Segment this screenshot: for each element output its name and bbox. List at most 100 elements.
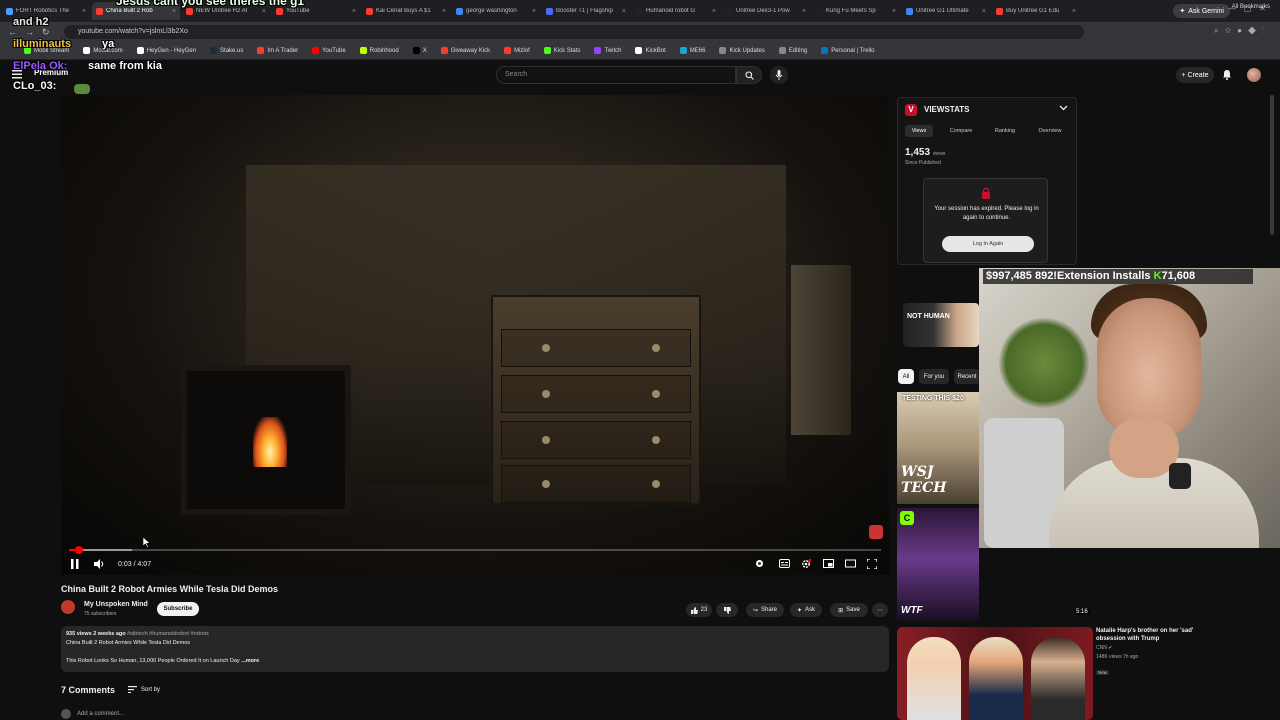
browser-tab[interactable]: george washington × bbox=[452, 2, 540, 20]
channel-avatar[interactable] bbox=[61, 600, 75, 614]
bookmark-item[interactable]: Mobil Stream bbox=[24, 47, 69, 54]
notifications-bell-icon[interactable] bbox=[1222, 69, 1232, 80]
pause-icon[interactable] bbox=[71, 559, 79, 569]
browser-tab[interactable]: FORT Robotics The × bbox=[2, 2, 90, 20]
settings-gear-icon[interactable] bbox=[801, 559, 811, 569]
browser-tab[interactable]: Buy Unitree G1 Edu × bbox=[992, 2, 1080, 20]
hashtags[interactable]: #sibtech #humanoidrobot #robots bbox=[127, 631, 209, 637]
voice-search-button[interactable] bbox=[770, 66, 788, 84]
video-player[interactable]: 0:03 / 4:07 bbox=[61, 95, 889, 575]
browser-tab[interactable]: Kai Cenat Buys A $1 × bbox=[362, 2, 450, 20]
sort-comments-button[interactable]: Sort by bbox=[128, 686, 160, 693]
youtube-premium-logo[interactable]: Premium bbox=[34, 68, 78, 80]
add-comment-field[interactable]: Add a comment... bbox=[61, 709, 124, 719]
close-tab-icon[interactable]: × bbox=[622, 8, 626, 15]
promo-thumbnail[interactable]: NOT HUMAN bbox=[903, 303, 979, 347]
video-thumbnail-news[interactable] bbox=[897, 627, 1093, 720]
tab-title: China Built 2 Rob bbox=[106, 8, 153, 14]
create-button[interactable]: + Create bbox=[1176, 67, 1214, 83]
browser-tab[interactable]: NEW Unitree H2 AI × bbox=[182, 2, 270, 20]
browser-tab[interactable]: Booster T1 | Flagship × bbox=[542, 2, 630, 20]
browser-tab[interactable]: YouTube × bbox=[272, 2, 360, 20]
bookmark-item[interactable]: Editing bbox=[778, 47, 807, 54]
close-tab-icon[interactable]: × bbox=[442, 8, 446, 15]
share-button[interactable]: ↪ Share bbox=[746, 603, 784, 617]
bookmark-item[interactable]: Modal.com bbox=[83, 47, 123, 54]
bookmark-item[interactable]: X bbox=[412, 47, 427, 54]
close-tab-icon[interactable]: × bbox=[262, 8, 266, 15]
ask-gemini-button[interactable]: ✦ Ask Gemini bbox=[1173, 4, 1230, 18]
bookmark-item[interactable]: Kick Stats bbox=[543, 47, 580, 54]
bookmark-item[interactable]: Mizlof bbox=[504, 47, 530, 54]
chip-recent[interactable]: Recent bbox=[954, 369, 980, 384]
browser-tab[interactable]: China Built 2 Rob × bbox=[92, 2, 180, 20]
browser-tab[interactable]: Unitree G1 Ultimate × bbox=[902, 2, 990, 20]
scrubber-handle[interactable] bbox=[74, 546, 83, 554]
close-tab-icon[interactable]: × bbox=[982, 8, 986, 15]
bookmark-item[interactable]: Im A Trader bbox=[257, 47, 298, 54]
autoplay-toggle-icon[interactable] bbox=[755, 559, 764, 568]
log-in-again-button[interactable]: Log In Again bbox=[942, 236, 1034, 252]
close-tab-icon[interactable]: × bbox=[82, 8, 86, 15]
nav-buttons[interactable]: ←→↻ bbox=[8, 27, 58, 38]
close-tab-icon[interactable]: × bbox=[802, 8, 806, 15]
close-tab-icon[interactable]: × bbox=[172, 8, 176, 15]
menu-icon[interactable] bbox=[12, 70, 22, 79]
tab-ranking[interactable]: Ranking bbox=[989, 125, 1021, 137]
thumbnail-brand: WTF bbox=[901, 605, 923, 616]
search-button[interactable] bbox=[736, 66, 762, 84]
channel-name[interactable]: My Unspoken Mind bbox=[84, 601, 148, 608]
bookmark-item[interactable]: HeyGen - HeyGen bbox=[136, 47, 196, 54]
miniplayer-icon[interactable] bbox=[823, 559, 834, 568]
browser-tab[interactable]: Kung Fu Meets Sp × bbox=[812, 2, 900, 20]
bookmark-item[interactable]: Kick Updates bbox=[719, 47, 765, 54]
all-bookmarks-link[interactable]: All Bookmarks bbox=[1232, 4, 1270, 10]
close-tab-icon[interactable]: × bbox=[532, 8, 536, 15]
session-expired-dialog: Your session has expired. Please log in … bbox=[923, 178, 1048, 263]
chip-for-you[interactable]: For you bbox=[919, 369, 949, 384]
bookmark-item[interactable]: Personal | Trello bbox=[821, 47, 874, 54]
fullscreen-icon[interactable] bbox=[867, 559, 877, 569]
description-box[interactable]: 935 views 2 weeks ago #sibtech #humanoid… bbox=[61, 626, 889, 672]
subscribe-button[interactable]: Subscribe bbox=[157, 602, 199, 616]
video-thumbnail-wtf[interactable]: C WTF bbox=[897, 508, 979, 620]
tab-overview[interactable]: Overview bbox=[1032, 125, 1068, 137]
bookmark-item[interactable]: Stake.us bbox=[210, 47, 243, 54]
dislike-button[interactable] bbox=[716, 603, 738, 617]
news-video-info[interactable]: Natalie Harp's brother on her 'sad' obse… bbox=[1096, 627, 1206, 679]
channel-watermark[interactable] bbox=[869, 525, 883, 539]
tab-compare[interactable]: Compare bbox=[944, 125, 978, 137]
account-avatar[interactable] bbox=[1247, 68, 1261, 82]
browser-tab[interactable]: Unitree Dex3-1 Pow × bbox=[722, 2, 810, 20]
captions-icon[interactable] bbox=[779, 559, 790, 568]
volume-icon[interactable] bbox=[94, 559, 105, 569]
close-tab-icon[interactable]: × bbox=[352, 8, 356, 15]
browser-tab[interactable]: Humanoid robot G × bbox=[632, 2, 720, 20]
close-tab-icon[interactable]: × bbox=[712, 8, 716, 15]
more-actions-button[interactable]: ⋯ bbox=[872, 603, 888, 617]
show-more-link[interactable]: ...more bbox=[241, 658, 259, 664]
video-duration: 5:16 bbox=[1074, 609, 1090, 615]
chevron-down-icon[interactable] bbox=[1059, 105, 1068, 111]
bookmark-item[interactable]: ME66 bbox=[679, 47, 705, 54]
scrollbar[interactable] bbox=[1270, 95, 1274, 235]
url-field[interactable]: youtube.com/watch?v=jslmLl3b2Xo bbox=[64, 25, 1084, 39]
theater-mode-icon[interactable] bbox=[845, 559, 856, 568]
bookmark-item[interactable]: Robinhood bbox=[359, 47, 399, 54]
ask-button[interactable]: ✦ Ask bbox=[790, 603, 822, 617]
tab-views[interactable]: Views bbox=[905, 125, 933, 137]
save-button[interactable]: ⊞ Save bbox=[830, 603, 868, 617]
progress-bar[interactable] bbox=[69, 546, 881, 554]
chip-all[interactable]: All bbox=[898, 369, 914, 384]
close-tab-icon[interactable]: × bbox=[1072, 8, 1076, 15]
bookmark-item[interactable]: YouTube bbox=[312, 47, 346, 54]
search-input[interactable]: Search bbox=[496, 66, 736, 84]
bookmark-item[interactable]: Giveaway Kick bbox=[440, 47, 490, 54]
video-thumbnail-wsj[interactable]: TESTING THIS $20 WSJ TECH bbox=[897, 392, 979, 504]
like-button[interactable]: 23 bbox=[686, 603, 712, 617]
bookmark-item[interactable]: KickBot bbox=[635, 47, 666, 54]
close-tab-icon[interactable]: × bbox=[892, 8, 896, 15]
extension-icons[interactable]: ⌕☆●◆⋮ bbox=[1214, 26, 1270, 36]
bookmark-item[interactable]: Twitch bbox=[594, 47, 621, 54]
bookmark-label: X bbox=[422, 47, 427, 54]
